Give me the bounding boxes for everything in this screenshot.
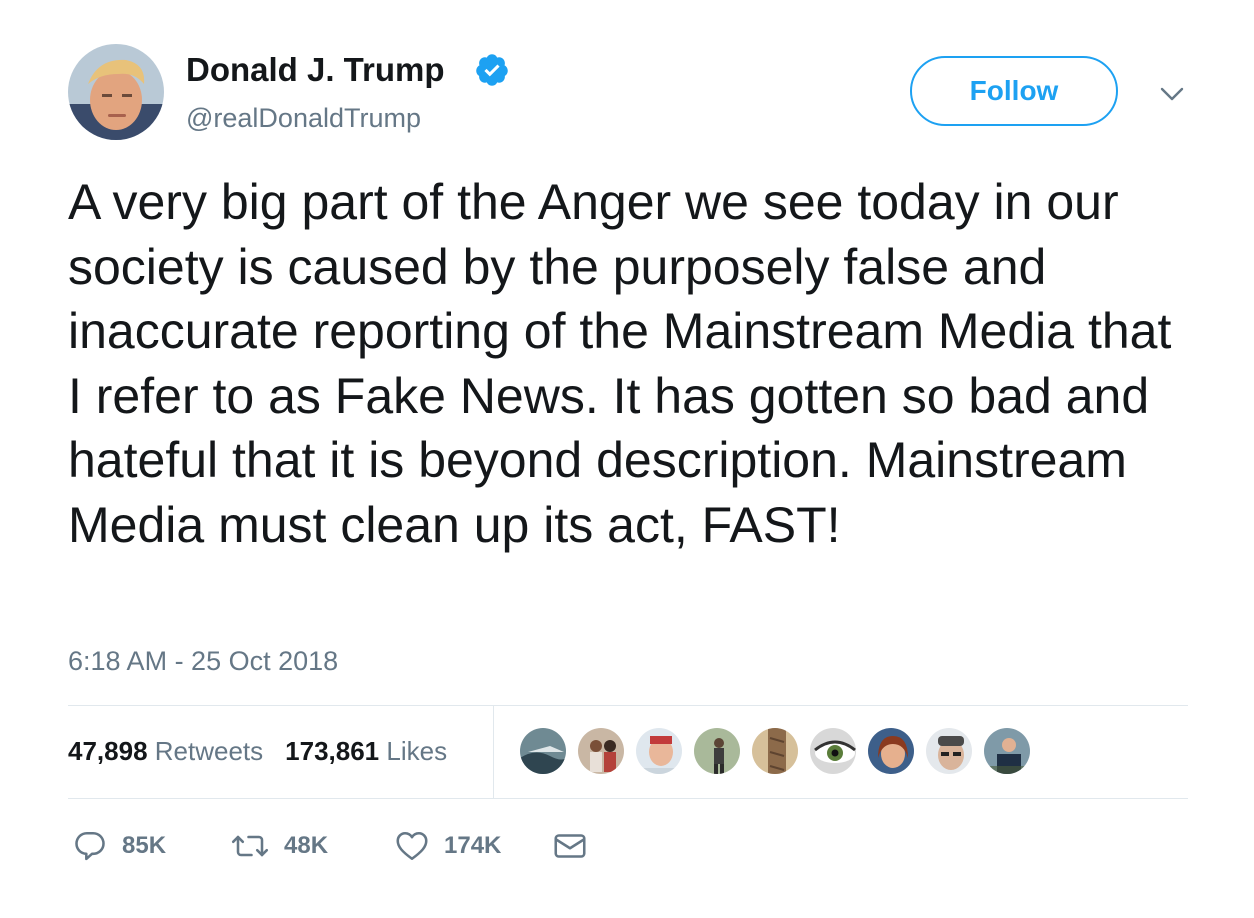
retweets-count: 47,898 xyxy=(68,736,148,766)
stats-divider xyxy=(493,706,494,798)
liker-avatar[interactable] xyxy=(518,726,568,776)
like-button[interactable]: 174K xyxy=(394,826,501,866)
liker-avatar[interactable] xyxy=(982,726,1032,776)
verified-badge-icon xyxy=(476,54,508,86)
likes-stat[interactable]: 173,861 Likes xyxy=(285,736,447,766)
liker-avatar[interactable] xyxy=(692,726,742,776)
tweet-text: A very big part of the Anger we see toda… xyxy=(68,174,1172,553)
reply-count: 85K xyxy=(122,832,167,859)
liker-avatar[interactable] xyxy=(750,726,800,776)
retweet-icon xyxy=(231,835,269,857)
tweet-stats: 47,898 Retweets 173,861 Likes xyxy=(68,734,447,768)
retweet-button[interactable]: 48K xyxy=(230,826,328,866)
author-handle[interactable]: @realDonaldTrump xyxy=(186,101,421,135)
divider-top xyxy=(68,705,1188,706)
divider-bottom xyxy=(68,798,1188,799)
tweet-timestamp[interactable]: 6:18 AM - 25 Oct 2018 xyxy=(68,644,338,678)
retweets-stat[interactable]: 47,898 Retweets xyxy=(68,736,263,766)
reply-icon xyxy=(75,831,105,861)
retweets-label: Retweets xyxy=(154,736,264,766)
likes-label: Likes xyxy=(386,736,448,766)
likes-count: 173,861 xyxy=(285,736,380,766)
liker-avatar[interactable] xyxy=(924,726,974,776)
follow-button[interactable]: Follow xyxy=(910,56,1118,126)
retweet-count: 48K xyxy=(284,832,329,859)
chevron-down-icon[interactable] xyxy=(1156,78,1188,110)
liker-avatar[interactable] xyxy=(866,726,916,776)
liker-avatar[interactable] xyxy=(808,726,858,776)
direct-message-button[interactable] xyxy=(552,826,588,866)
liker-avatar[interactable] xyxy=(634,726,684,776)
author-avatar[interactable] xyxy=(68,44,164,140)
reply-button[interactable]: 85K xyxy=(72,826,166,866)
heart-icon xyxy=(396,831,428,861)
envelope-icon xyxy=(554,834,586,858)
like-count: 174K xyxy=(444,832,502,859)
liker-avatar[interactable] xyxy=(576,726,626,776)
author-name[interactable]: Donald J. Trump xyxy=(186,50,445,90)
